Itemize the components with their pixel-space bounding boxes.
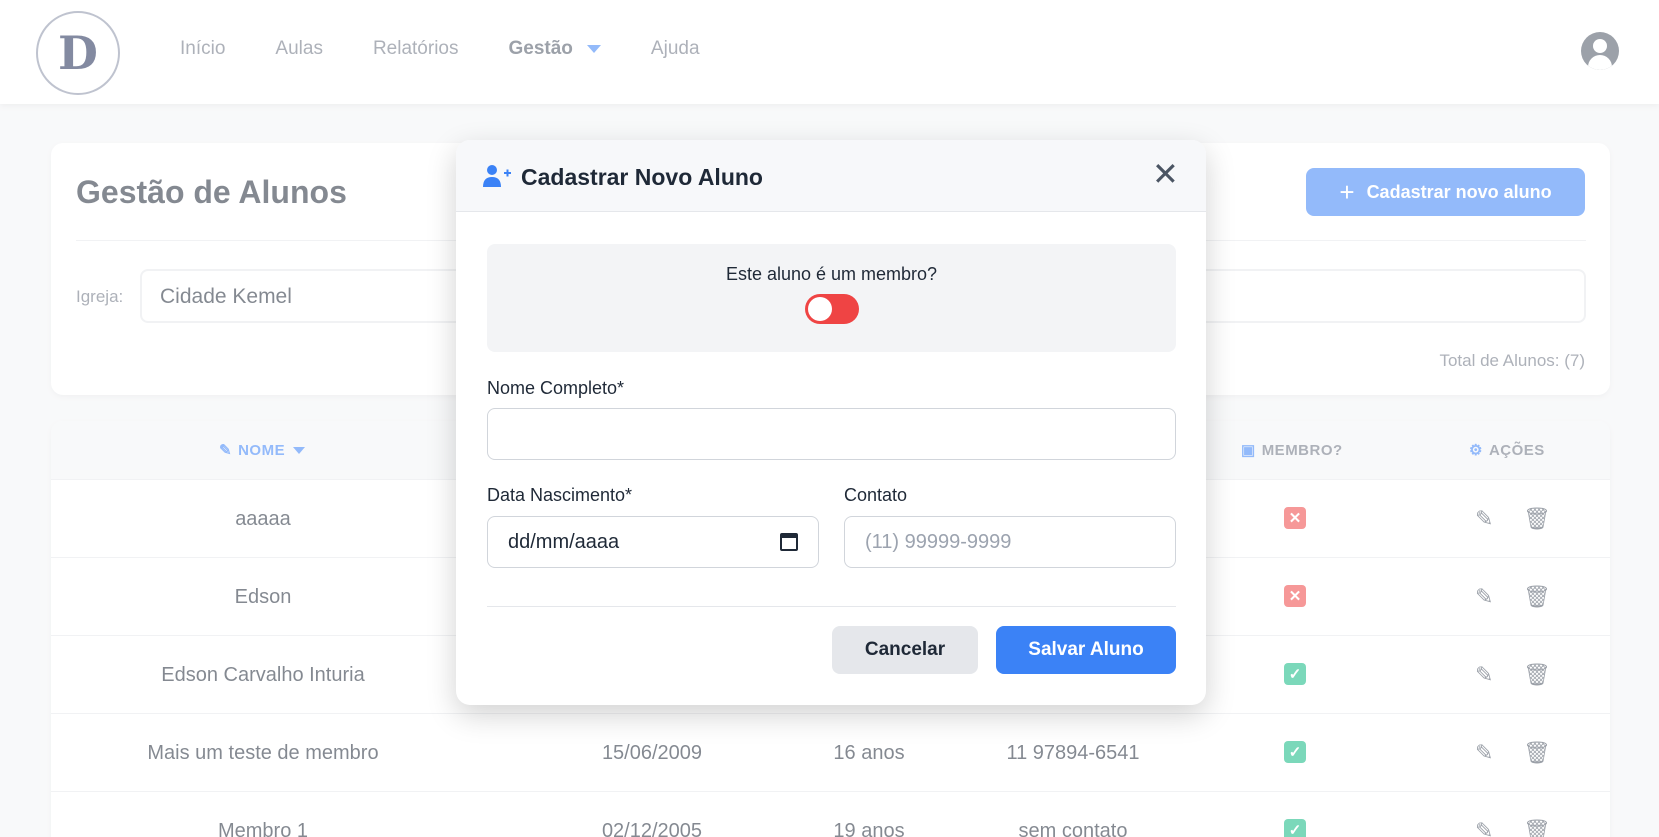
nome-input[interactable] — [487, 408, 1176, 460]
new-student-modal: Cadastrar Novo Aluno ✕ Este aluno é um m… — [456, 140, 1206, 705]
user-plus-icon — [483, 165, 511, 187]
save-student-button[interactable]: Salvar Aluno — [996, 626, 1176, 674]
calendar-icon[interactable] — [780, 533, 798, 551]
close-icon[interactable]: ✕ — [1152, 158, 1179, 190]
member-toggle[interactable] — [805, 294, 859, 324]
member-toggle-box: Este aluno é um membro? — [487, 244, 1176, 352]
toggle-knob — [808, 297, 832, 321]
modal-header: Cadastrar Novo Aluno ✕ — [456, 140, 1206, 212]
modal-title: Cadastrar Novo Aluno — [521, 164, 763, 190]
contato-label: Contato — [844, 485, 908, 505]
nascimento-placeholder: dd/mm/aaaa — [508, 531, 620, 553]
member-question: Este aluno é um membro? — [725, 264, 938, 284]
nascimento-label: Data Nascimento* — [487, 485, 633, 505]
cancel-button[interactable]: Cancelar — [832, 626, 978, 674]
contato-input[interactable]: (11) 99999-9999 — [844, 516, 1176, 568]
modal-divider — [487, 606, 1176, 607]
nome-label: Nome Completo* — [487, 378, 625, 398]
nascimento-input[interactable]: dd/mm/aaaa — [487, 516, 819, 568]
